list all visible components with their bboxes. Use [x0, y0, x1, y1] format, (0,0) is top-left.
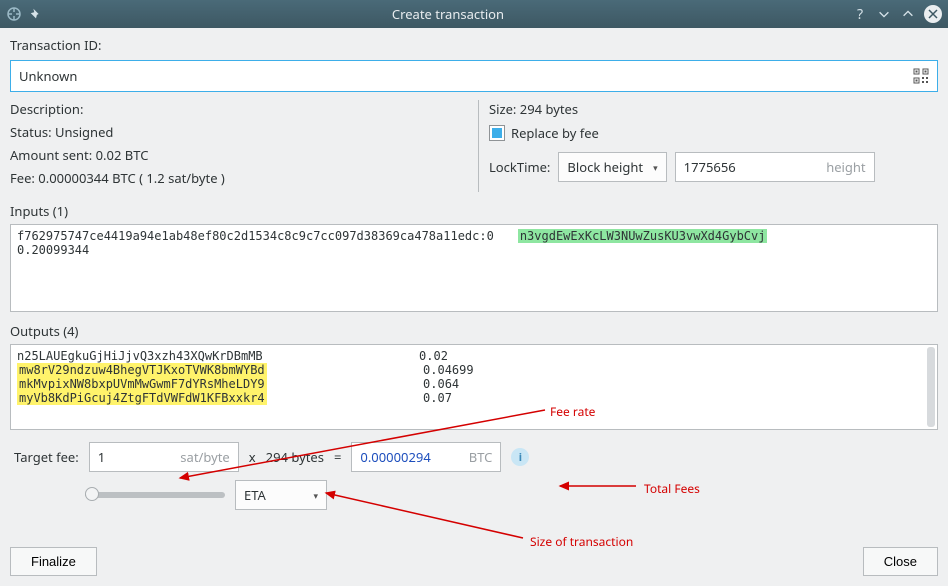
- output-address: mw8rV29ndzuw4BhegVTJKxoTVWK8bmWYBd: [17, 363, 267, 377]
- status-label: Status: Unsigned: [10, 123, 470, 141]
- outputs-title: Outputs (4): [10, 322, 938, 340]
- txid-label: Transaction ID:: [10, 36, 101, 54]
- output-address: n25LAUEgkuGjHiJjvQ3xzh43XQwKrDBmMB: [17, 349, 263, 363]
- titlebar: Create transaction ?: [0, 0, 948, 28]
- annotation-size-tx: Size of transaction: [530, 533, 633, 550]
- fee-rate-value: 1: [98, 448, 105, 466]
- chevron-down-icon: ▾: [313, 489, 318, 502]
- output-amount: 0.07: [423, 391, 452, 405]
- fee-btc-unit: BTC: [469, 448, 493, 466]
- output-amount: 0.064: [423, 377, 459, 391]
- output-row: mw8rV29ndzuw4BhegVTJKxoTVWK8bmWYBd 0.046…: [17, 363, 931, 377]
- tx-summary: Description: Status: Unsigned Amount sen…: [10, 100, 478, 192]
- rbf-checkbox[interactable]: [489, 125, 505, 141]
- input-txref: f762975747ce4419a94e1ab48ef80c2d1534c8c9…: [17, 229, 494, 243]
- inputs-list[interactable]: f762975747ce4419a94e1ab48ef80c2d1534c8c9…: [10, 224, 938, 312]
- fee-rate-input[interactable]: 1 sat/byte: [89, 442, 239, 472]
- input-row: f762975747ce4419a94e1ab48ef80c2d1534c8c9…: [17, 229, 931, 243]
- fee-rate-unit: sat/byte: [180, 448, 229, 466]
- output-address: myVb8KdPiGcuj4ZtgFTdVWFdW1KFBxxkr4: [17, 391, 267, 405]
- input-address: n3vgdEwExKcLW3NUwZusKU3vwXd4GybCvj: [518, 229, 768, 243]
- outputs-list[interactable]: n25LAUEgkuGjHiJjvQ3xzh43XQwKrDBmMB 0.02m…: [10, 344, 938, 430]
- locktime-label: LockTime:: [489, 158, 550, 176]
- fee-slider[interactable]: [85, 492, 225, 498]
- close-button[interactable]: Close: [863, 547, 938, 576]
- qr-icon[interactable]: [913, 68, 929, 84]
- pin-icon[interactable]: [28, 6, 44, 22]
- titlebar-left: [6, 6, 44, 22]
- input-amount: 0.20099344: [17, 243, 931, 257]
- fee-btc-input[interactable]: 0.00000294 BTC: [351, 442, 501, 472]
- fee-estimate-select[interactable]: ETA ▾: [235, 480, 327, 510]
- target-fee-label: Target fee:: [14, 448, 79, 466]
- locktime-type-select[interactable]: Block height ▾: [558, 152, 666, 182]
- amount-sent-label: Amount sent: 0.02 BTC: [10, 146, 470, 164]
- scrollbar[interactable]: [927, 347, 935, 427]
- tx-options: Size: 294 bytes Replace by fee LockTime:…: [478, 100, 938, 192]
- fee-estimate-value: ETA: [244, 486, 266, 504]
- locktime-value-input[interactable]: 1775656 height: [675, 152, 875, 182]
- annotation-fee-rate: Fee rate: [550, 403, 595, 420]
- inputs-title: Inputs (1): [10, 202, 938, 220]
- help-icon[interactable]: ?: [852, 6, 868, 22]
- output-row: n25LAUEgkuGjHiJjvQ3xzh43XQwKrDBmMB 0.02: [17, 349, 931, 363]
- output-amount: 0.04699: [423, 363, 474, 377]
- output-row: mkMvpixNW8bxpUVmMwGwmF7dYRsMheLDY9 0.064: [17, 377, 931, 391]
- txid-value: Unknown: [19, 67, 77, 85]
- locktime-type-value: Block height: [567, 158, 643, 176]
- info-icon[interactable]: i: [511, 448, 529, 466]
- slider-thumb[interactable]: [85, 487, 99, 501]
- locktime-placeholder: height: [826, 158, 865, 176]
- eq-label: =: [334, 448, 341, 466]
- rbf-label: Replace by fee: [511, 124, 599, 142]
- chevron-down-icon: ▾: [653, 161, 658, 174]
- description-label: Description:: [10, 100, 470, 118]
- maximize-icon[interactable]: [900, 6, 916, 22]
- minimize-icon[interactable]: [876, 6, 892, 22]
- annotation-total-fees: Total Fees: [644, 480, 700, 497]
- app-icon: [6, 6, 22, 22]
- size-value: 294 bytes: [266, 448, 324, 466]
- fee-btc-value: 0.00000294: [360, 448, 430, 466]
- txid-input[interactable]: Unknown: [10, 60, 938, 92]
- locktime-value: 1775656: [684, 158, 736, 176]
- size-label: Size: 294 bytes: [489, 100, 938, 118]
- window-title: Create transaction: [44, 5, 852, 23]
- titlebar-right: ?: [852, 5, 942, 23]
- close-icon[interactable]: [924, 5, 942, 23]
- output-row: myVb8KdPiGcuj4ZtgFTdVWFdW1KFBxxkr4 0.07: [17, 391, 931, 405]
- fee-label: Fee: 0.00000344 BTC ( 1.2 sat/byte ): [10, 169, 470, 187]
- mult-label: x: [249, 448, 256, 466]
- finalize-button[interactable]: Finalize: [10, 547, 97, 576]
- output-amount: 0.02: [419, 349, 448, 363]
- output-address: mkMvpixNW8bxpUVmMwGwmF7dYRsMheLDY9: [17, 377, 267, 391]
